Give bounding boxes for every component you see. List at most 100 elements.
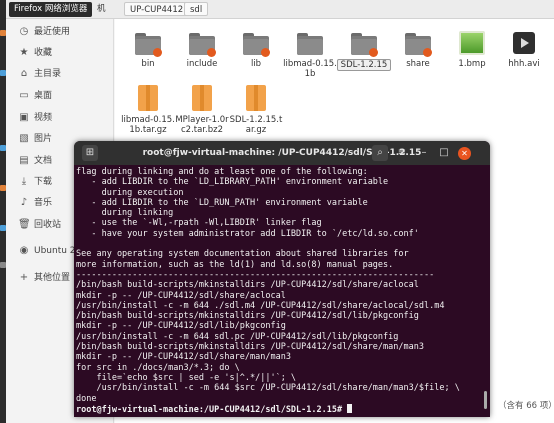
scrollbar-thumb[interactable] <box>484 391 487 409</box>
terminal-line: mkdir -p -- /UP-CUP4412/sdl/share/man/ma… <box>76 352 291 363</box>
terminal-line: mkdir -p -- /UP-CUP4412/sdl/share/acloca… <box>76 290 286 301</box>
terminal-line: more information, such as the ld(1) and … <box>76 259 394 270</box>
sidebar-item-label: 文档 <box>34 156 53 166</box>
star-icon: ★ <box>19 47 29 58</box>
file-name: libmad-0.15.1b <box>283 59 337 79</box>
sidebar-item-desktop[interactable]: ▭ 桌面 <box>6 86 114 106</box>
search-icon[interactable]: ⌕ <box>372 145 388 161</box>
file-item-sdl-folder[interactable]: SDL-1.2.15 <box>337 33 391 71</box>
terminal-output[interactable]: flag during linking and do at least one … <box>76 167 480 415</box>
sidebar-item-label: 其他位置 <box>34 273 71 283</box>
file-item-hhh-avi[interactable]: hhh.avi <box>497 32 551 69</box>
terminal-line: /usr/bin/install -c -m 644 sdl.pc /UP-CU… <box>76 331 399 342</box>
terminal-scrollbar[interactable] <box>484 167 487 413</box>
sidebar-item-label: 主目录 <box>34 69 62 79</box>
sidebar-item-label: 视频 <box>34 113 53 123</box>
folder-icon <box>135 33 162 57</box>
picture-icon: ▧ <box>19 133 29 144</box>
folder-icon <box>351 33 378 57</box>
file-item-lib[interactable]: lib <box>229 33 283 69</box>
terminal-line: during execution <box>76 187 184 198</box>
terminal-line: file=`echo $src | sed -e 's|^.*/||'`; \ <box>76 372 297 383</box>
text-cursor <box>347 403 353 413</box>
file-item-bin[interactable]: bin <box>121 33 175 69</box>
file-item-libmad-archive[interactable]: libmad-0.15.1b.tar.gz <box>121 85 175 135</box>
terminal-line: flag during linking and do at least one … <box>76 167 368 177</box>
file-name: bin <box>141 59 155 69</box>
close-icon[interactable]: ✕ <box>458 147 471 160</box>
folder-icon <box>189 33 216 57</box>
archive-icon <box>135 85 161 111</box>
terminal-line: for src in ./docs/man3/*.3; do \ <box>76 362 240 373</box>
sidebar-item-videos[interactable]: ▣ 视频 <box>6 108 114 128</box>
terminal-line: /bin/bash build-scripts/mkinstalldirs /U… <box>76 280 419 291</box>
file-name: SDL-1.2.15.tar.gz <box>229 115 283 135</box>
terminal-line: /usr/bin/install -c -m 644 ./sdl.m4 /UP-… <box>76 300 445 311</box>
file-item-1-bmp[interactable]: 1.bmp <box>445 31 499 69</box>
file-item-mplayer-archive[interactable]: MPlayer-1.0rc2.tar.bz2 <box>175 85 229 135</box>
sidebar-item-starred[interactable]: ★ 收藏 <box>6 43 114 63</box>
file-name: lib <box>250 59 262 69</box>
video-icon: ▣ <box>19 112 29 123</box>
file-name: 1.bmp <box>458 59 486 69</box>
terminal-line: - add LIBDIR to the `LD_LIBRARY_PATH' en… <box>76 177 389 188</box>
music-icon: ♪ <box>20 197 28 208</box>
terminal-line: ----------------------------------------… <box>76 269 435 280</box>
breadcrumb-up-cup4412[interactable]: UP-CUP4412 <box>124 2 190 16</box>
terminal-window[interactable]: ⊞ root@fjw-virtual-machine: /UP-CUP4412/… <box>74 141 490 417</box>
terminal-line: /bin/bash build-scripts/mkinstalldirs /U… <box>76 342 424 353</box>
trash-icon: 🗑 <box>18 219 31 230</box>
status-item-count: （含有 66 项） <box>498 401 554 411</box>
sidebar-item-label: 桌面 <box>34 91 53 101</box>
disc-icon: ◉ <box>19 245 29 256</box>
file-item-share[interactable]: share <box>391 33 445 69</box>
terminal-line: mkdir -p -- /UP-CUP4412/sdl/lib/pkgconfi… <box>76 321 286 332</box>
home-icon: ⌂ <box>20 68 28 79</box>
terminal-line: See any operating system documentation a… <box>76 249 409 260</box>
file-name: hhh.avi <box>508 59 540 69</box>
sidebar-item-label: 图片 <box>34 134 53 144</box>
file-item-sdl-archive[interactable]: SDL-1.2.15.tar.gz <box>229 85 283 135</box>
terminal-titlebar[interactable]: ⊞ root@fjw-virtual-machine: /UP-CUP4412/… <box>74 141 490 165</box>
image-file-icon <box>459 31 485 55</box>
folder-icon <box>405 33 432 57</box>
folder-icon <box>297 33 323 55</box>
file-name: SDL-1.2.15 <box>337 59 391 71</box>
terminal-prompt[interactable]: root@fjw-virtual-machine:/UP-CUP4412/sdl… <box>76 403 480 415</box>
clock-icon: ◷ <box>19 26 29 37</box>
archive-icon <box>243 85 269 111</box>
sidebar-item-home[interactable]: ⌂ 主目录 <box>6 64 114 84</box>
archive-icon <box>189 85 215 111</box>
maximize-icon[interactable]: □ <box>436 145 452 161</box>
plus-icon: + <box>19 272 29 283</box>
tab-partial[interactable]: 机 <box>92 2 111 16</box>
firefox-tooltip: Firefox 网络浏览器 <box>9 2 93 17</box>
sidebar-item-label: 下载 <box>34 177 53 187</box>
video-file-icon <box>511 32 537 55</box>
minimize-icon[interactable]: – <box>416 145 432 161</box>
breadcrumb-sdl[interactable]: sdl <box>184 2 209 16</box>
terminal-line: - add LIBDIR to the `LD_RUN_PATH' enviro… <box>76 197 368 208</box>
file-item-libmad-folder[interactable]: libmad-0.15.1b <box>283 33 337 79</box>
sidebar-item-label: 最近使用 <box>34 27 71 37</box>
prompt-text: root@fjw-virtual-machine:/UP-CUP4412/sdl… <box>76 404 348 415</box>
file-name: MPlayer-1.0rc2.tar.bz2 <box>175 115 229 135</box>
file-name: libmad-0.15.1b.tar.gz <box>121 115 175 135</box>
document-icon: ▤ <box>19 155 29 166</box>
file-item-include[interactable]: include <box>175 33 229 69</box>
file-name: share <box>406 59 430 69</box>
folder-icon <box>243 33 270 57</box>
terminal-line: - have your system administrator add LIB… <box>76 228 419 239</box>
download-icon: ⤓ <box>21 176 27 187</box>
sidebar-item-recent[interactable]: ◷ 最近使用 <box>6 22 114 42</box>
sidebar-item-label: 收藏 <box>34 48 53 58</box>
sidebar-item-label: 音乐 <box>34 198 53 208</box>
desktop-icon: ▭ <box>19 90 29 101</box>
terminal-line: /bin/bash build-scripts/mkinstalldirs /U… <box>76 311 419 322</box>
menu-icon[interactable]: ≡ <box>394 145 410 161</box>
terminal-line: /usr/bin/install -c -m 644 $src /UP-CUP4… <box>76 383 460 394</box>
terminal-line: - use the `-Wl,-rpath -Wl,LIBDIR' linker… <box>76 218 322 229</box>
terminal-line: done <box>76 393 97 404</box>
terminal-line: during linking <box>76 208 174 219</box>
